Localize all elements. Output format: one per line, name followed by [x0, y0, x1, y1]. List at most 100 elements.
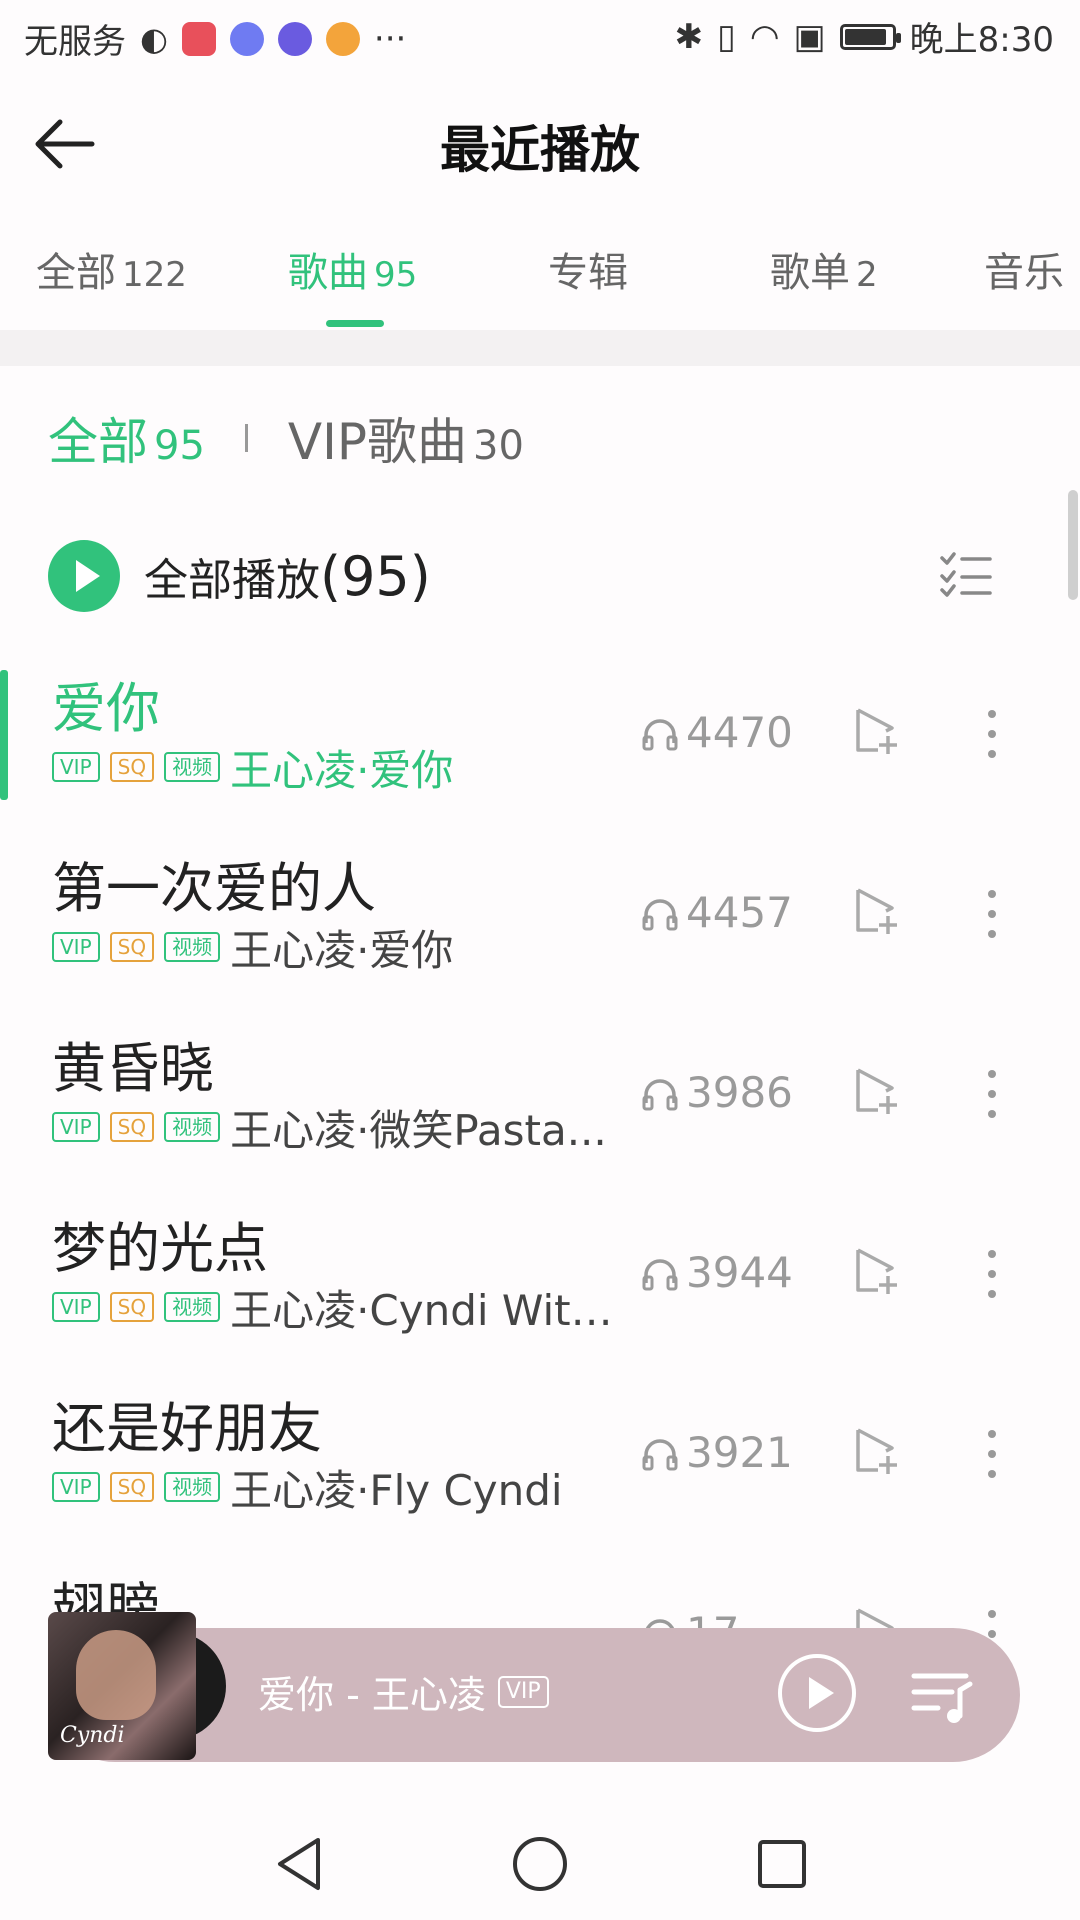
headphones-icon — [642, 1438, 678, 1470]
circle-home-icon — [513, 1837, 567, 1891]
song-filter: 全部 95 VIP歌曲 30 — [48, 402, 524, 474]
song-meta: VIP SQ 视频 王心凌·Cyndi With... — [52, 1282, 620, 1335]
video-badge: 视频 — [164, 1292, 221, 1322]
more-vertical-icon — [988, 710, 996, 758]
page-title: 最近播放 — [440, 121, 640, 179]
nav-back-button[interactable] — [270, 1834, 330, 1894]
now-playing-text: 爱你 - 王心凌 — [258, 1673, 486, 1717]
song-title: 第一次爱的人 — [52, 857, 376, 920]
category-tabs: 全部 122 歌曲 95 专辑 歌单 2 音乐 — [0, 228, 1080, 328]
now-playing-indicator — [0, 670, 8, 800]
more-vertical-icon — [988, 1430, 996, 1478]
multi-select-button[interactable] — [938, 550, 994, 600]
system-nav-bar — [0, 1800, 1080, 1920]
song-row[interactable]: 黄昏晓 VIP SQ 视频 王心凌·微笑Pasta... 3986 — [0, 1024, 1080, 1174]
square-recents-icon — [758, 1840, 806, 1888]
triangle-back-icon — [278, 1838, 320, 1890]
song-artist: 王心凌·爱你 — [230, 745, 454, 795]
add-to-playlist-button[interactable] — [852, 1426, 902, 1478]
weibo-icon — [325, 21, 360, 56]
play-count: 3944 — [640, 1248, 793, 1297]
tab-music[interactable]: 音乐 — [984, 240, 1070, 298]
tab-count: 95 — [374, 255, 418, 295]
nav-recents-button[interactable] — [752, 1834, 812, 1894]
active-tab-indicator — [326, 320, 384, 327]
play-count: 3921 — [640, 1428, 793, 1477]
play-all-button[interactable] — [48, 540, 120, 612]
video-badge: 视频 — [164, 1472, 221, 1502]
tab-playlists[interactable]: 歌单 2 — [770, 240, 878, 298]
section-divider — [0, 330, 1080, 366]
vip-badge: VIP — [52, 932, 100, 962]
play-count: 4470 — [640, 708, 793, 757]
tab-albums[interactable]: 专辑 — [548, 240, 634, 298]
song-row[interactable]: 还是好朋友 VIP SQ 视频 王心凌·Fly Cyndi 3921 — [0, 1384, 1080, 1534]
more-options-button[interactable] — [980, 1066, 1004, 1122]
vip-badge: VIP — [52, 1112, 100, 1142]
song-row[interactable]: 爱你 VIP SQ 视频 王心凌·爱你 4470 — [0, 664, 1080, 814]
checklist-icon — [940, 552, 992, 597]
tab-label: 专辑 — [548, 250, 628, 296]
song-row[interactable]: 第一次爱的人 VIP SQ 视频 王心凌·爱你 4457 — [0, 844, 1080, 994]
video-badge: 视频 — [164, 1112, 221, 1142]
headphones-icon — [642, 1078, 678, 1110]
filter-all-label: 全部 — [48, 413, 148, 471]
filter-separator — [244, 424, 248, 452]
filter-all-count: 95 — [154, 423, 205, 469]
add-to-playlist-button[interactable] — [852, 706, 902, 758]
headphones-icon — [642, 898, 678, 930]
more-options-button[interactable] — [980, 1246, 1004, 1302]
add-to-playlist-icon — [856, 1068, 897, 1114]
now-playing[interactable]: 爱你 - 王心凌 VIP — [258, 1664, 549, 1719]
more-options-button[interactable] — [980, 886, 1004, 942]
nav-home-button[interactable] — [510, 1834, 570, 1894]
add-to-playlist-button[interactable] — [852, 1246, 902, 1298]
tab-songs[interactable]: 歌曲 95 — [288, 240, 417, 298]
filter-all[interactable]: 全部 95 — [48, 402, 205, 474]
vip-badge: VIP — [52, 752, 100, 782]
tab-label: 全部 — [36, 250, 116, 296]
sq-badge: SQ — [109, 1472, 155, 1502]
filter-vip-count: 30 — [473, 423, 524, 469]
add-to-playlist-button[interactable] — [852, 886, 902, 938]
filter-vip[interactable]: VIP歌曲 30 — [288, 402, 524, 474]
tab-label: 音乐 — [984, 250, 1064, 296]
tab-count: 2 — [856, 255, 878, 295]
play-count-value: 4470 — [686, 708, 793, 757]
song-meta: VIP SQ 视频 王心凌·爱你 — [52, 742, 453, 795]
tab-all[interactable]: 全部 122 — [36, 240, 187, 298]
vip-badge: VIP — [52, 1292, 100, 1322]
sq-badge: SQ — [109, 932, 155, 962]
song-title: 黄昏晓 — [52, 1037, 214, 1100]
song-meta: VIP SQ 视频 王心凌·Fly Cyndi — [52, 1462, 563, 1515]
add-to-playlist-icon — [856, 1428, 897, 1474]
album-cover[interactable]: Cyndi — [48, 1612, 196, 1760]
more-options-button[interactable] — [980, 1426, 1004, 1482]
more-options-button[interactable] — [980, 706, 1004, 762]
playlist-button[interactable] — [908, 1660, 978, 1730]
song-meta: VIP SQ 视频 王心凌·爱你 — [52, 922, 453, 975]
more-vertical-icon — [988, 890, 996, 938]
battery-icon — [839, 23, 901, 50]
play-all-row[interactable]: 全部播放(95) — [48, 540, 1048, 612]
headphones-icon — [642, 1258, 678, 1290]
scrollbar[interactable] — [1068, 490, 1078, 600]
cover-portrait — [76, 1630, 156, 1720]
player-play-button[interactable] — [776, 1652, 858, 1734]
app-header: 最近播放 — [0, 96, 1080, 192]
song-title: 梦的光点 — [52, 1217, 268, 1280]
song-artist: 王心凌·Cyndi With... — [230, 1285, 621, 1335]
carrier-text: 无服务 — [24, 22, 126, 62]
tieba-app-icon — [277, 21, 312, 56]
more-vertical-icon — [988, 1070, 996, 1118]
song-row[interactable]: 梦的光点 VIP SQ 视频 王心凌·Cyndi With... 3944 — [0, 1204, 1080, 1354]
more-notifications-icon: ··· — [373, 18, 407, 59]
play-count-value: 3986 — [686, 1068, 793, 1117]
globe-icon: ◐ — [140, 19, 168, 58]
tab-count: 122 — [122, 255, 187, 295]
add-to-playlist-button[interactable] — [852, 1066, 902, 1118]
song-meta: VIP SQ 视频 王心凌·微笑Pasta... — [52, 1102, 607, 1155]
more-vertical-icon — [988, 1250, 996, 1298]
play-count: 3986 — [640, 1068, 793, 1117]
sq-badge: SQ — [109, 752, 155, 782]
